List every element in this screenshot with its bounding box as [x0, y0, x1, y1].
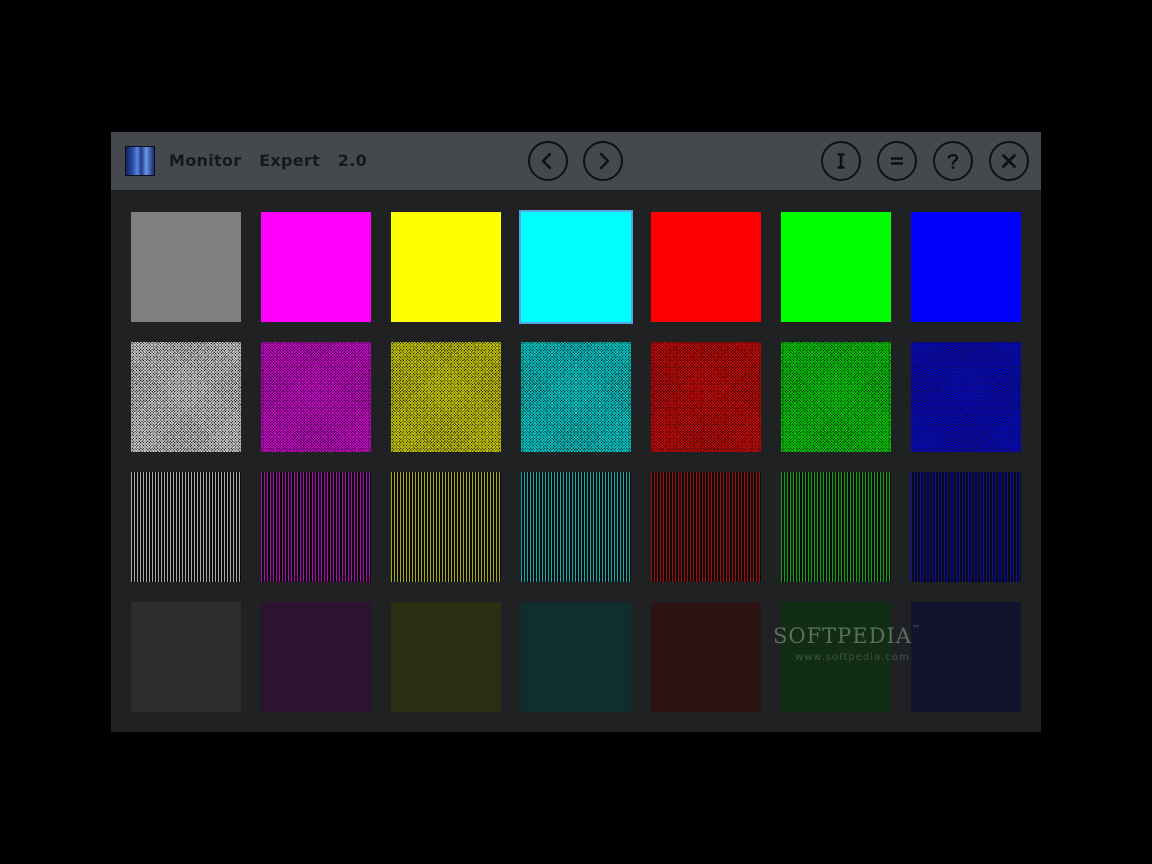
- pattern-tile-vertical-lines-green[interactable]: [781, 472, 891, 582]
- help-button[interactable]: [933, 141, 973, 181]
- pattern-tile-solid-blue[interactable]: [911, 212, 1021, 322]
- question-icon: [947, 153, 959, 169]
- pattern-tile-vertical-lines-cyan[interactable]: [521, 472, 631, 582]
- pattern-tile-checker-red[interactable]: [651, 342, 761, 452]
- chevron-left-icon: [541, 152, 552, 170]
- app-title: Monitor Expert 2.0: [169, 151, 368, 170]
- pattern-tile-checker-yellow[interactable]: [391, 342, 501, 452]
- pattern-tile-checker-cyan[interactable]: [521, 342, 631, 452]
- pattern-tile-solid-gray[interactable]: [131, 212, 241, 322]
- pattern-tile-fine-dots-red[interactable]: [651, 602, 761, 712]
- pattern-tile-fine-dots-yellow[interactable]: [391, 602, 501, 712]
- pattern-tile-solid-magenta[interactable]: [261, 212, 371, 322]
- info-icon: [837, 153, 845, 169]
- equals-icon: [891, 157, 903, 165]
- pattern-tile-solid-cyan[interactable]: [519, 210, 633, 324]
- pattern-tile-vertical-lines-yellow[interactable]: [391, 472, 501, 582]
- pattern-tile-fine-dots-blue[interactable]: [911, 602, 1021, 712]
- previous-button[interactable]: [528, 141, 568, 181]
- pattern-tile-checker-blue[interactable]: [911, 342, 1021, 452]
- pattern-tile-vertical-lines-blue[interactable]: [911, 472, 1021, 582]
- close-icon: [1002, 154, 1016, 168]
- info-button[interactable]: [821, 141, 861, 181]
- test-pattern-grid: [131, 210, 1021, 712]
- app-logo-icon: [125, 146, 155, 176]
- title-bar[interactable]: Monitor Expert 2.0: [111, 132, 1041, 190]
- pattern-tile-checker-green[interactable]: [781, 342, 891, 452]
- pattern-tile-fine-dots-magenta[interactable]: [261, 602, 371, 712]
- menu-button[interactable]: [877, 141, 917, 181]
- pattern-tile-solid-green[interactable]: [781, 212, 891, 322]
- close-button[interactable]: [989, 141, 1029, 181]
- chevron-right-icon: [599, 152, 610, 170]
- pattern-tile-fine-dots-green[interactable]: [781, 602, 891, 712]
- next-button[interactable]: [583, 141, 623, 181]
- pattern-tile-solid-yellow[interactable]: [391, 212, 501, 322]
- pattern-tile-vertical-lines-red[interactable]: [651, 472, 761, 582]
- app-window: Monitor Expert 2.0 SOFTPEDIA™ www.softpe…: [111, 132, 1041, 732]
- pattern-tile-checker-magenta[interactable]: [261, 342, 371, 452]
- pattern-tile-solid-red[interactable]: [651, 212, 761, 322]
- pattern-tile-checker-gray[interactable]: [131, 342, 241, 452]
- pattern-tile-vertical-lines-gray[interactable]: [131, 472, 241, 582]
- pattern-tile-fine-dots-gray[interactable]: [131, 602, 241, 712]
- pattern-tile-fine-dots-cyan[interactable]: [521, 602, 631, 712]
- pattern-tile-vertical-lines-magenta[interactable]: [261, 472, 371, 582]
